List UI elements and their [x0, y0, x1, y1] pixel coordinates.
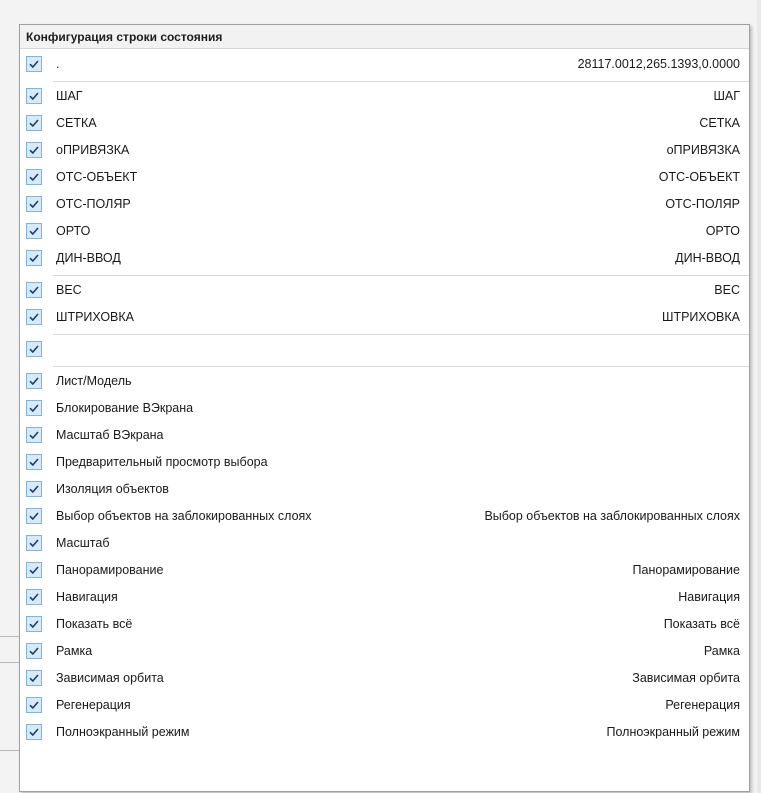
checkmark-icon: [26, 400, 42, 416]
menu-item-value: ШТРИХОВКА: [661, 310, 740, 324]
menu-item[interactable]: Блокирование ВЭкрана: [20, 396, 749, 423]
menu-item[interactable]: Зависимая орбита Зависимая орбита: [20, 666, 749, 693]
menu-item-value: СЕТКА: [699, 116, 740, 130]
checkmark-icon: [26, 427, 42, 443]
menu-item-value: Показать всё: [663, 617, 740, 631]
checkmark-icon: [26, 724, 42, 740]
background-divider: [0, 750, 20, 751]
menu-item[interactable]: Панорамирование Панорамирование: [20, 558, 749, 585]
menu-item-label: Предварительный просмотр выбора: [56, 455, 268, 469]
menu-item-label: .: [56, 57, 60, 71]
menu-item-value: ВЕС: [714, 283, 740, 297]
menu-item-value: Выбор объектов на заблокированных слоях: [484, 509, 740, 523]
background-divider: [0, 636, 20, 637]
menu-item[interactable]: ОТС-ОБЪЕКТ ОТС-ОБЪЕКТ: [20, 165, 749, 192]
menu-item-label: Зависимая орбита: [56, 671, 164, 685]
menu-item-label: Лист/Модель: [56, 374, 132, 388]
menu-item-value: ОТС-ПОЛЯР: [665, 197, 740, 211]
checkmark-icon: [26, 643, 42, 659]
status-bar-config-menu: Конфигурация строки состояния . 28117.001…: [19, 24, 750, 792]
checkmark-icon: [26, 142, 42, 158]
menu-item[interactable]: [20, 337, 749, 364]
checkmark-icon: [26, 454, 42, 470]
menu-item-label: Полноэкранный режим: [56, 725, 190, 739]
menu-item[interactable]: Навигация Навигация: [20, 585, 749, 612]
checkmark-icon: [26, 56, 42, 72]
background-edge: [757, 0, 761, 793]
checkmark-icon: [26, 196, 42, 212]
menu-item[interactable]: ШТРИХОВКА ШТРИХОВКА: [20, 305, 749, 332]
menu-item-value: Полноэкранный режим: [606, 725, 740, 739]
menu-item-value: ОТС-ОБЪЕКТ: [658, 170, 740, 184]
menu-item-label: ДИН-ВВОД: [56, 251, 121, 265]
menu-item[interactable]: Предварительный просмотр выбора: [20, 450, 749, 477]
menu-item-label: ОТС-ОБЪЕКТ: [56, 170, 138, 184]
checkmark-icon: [26, 115, 42, 131]
menu-item-label: ВЕС: [56, 283, 82, 297]
menu-item[interactable]: . 28117.0012,265.1393,0.0000: [20, 52, 749, 79]
menu-item[interactable]: Показать всё Показать всё: [20, 612, 749, 639]
menu-items: . 28117.0012,265.1393,0.0000 ШАГ ШАГ СЕТКА СЕ…: [20, 49, 749, 747]
menu-item[interactable]: ДИН-ВВОД ДИН-ВВОД: [20, 246, 749, 273]
menu-item[interactable]: ОРТО ОРТО: [20, 219, 749, 246]
menu-item[interactable]: ВЕС ВЕС: [20, 278, 749, 305]
menu-item-label: Масштаб ВЭкрана: [56, 428, 164, 442]
menu-item-label: Регенерация: [56, 698, 131, 712]
checkmark-icon: [26, 169, 42, 185]
menu-item[interactable]: Изоляция объектов: [20, 477, 749, 504]
menu-item[interactable]: Полноэкранный режим Полноэкранный режим: [20, 720, 749, 747]
menu-item[interactable]: Выбор объектов на заблокированных слоях В…: [20, 504, 749, 531]
menu-item-label: Панорамирование: [56, 563, 164, 577]
menu-item-value: ОРТО: [705, 224, 740, 238]
menu-item-value: 28117.0012,265.1393,0.0000: [577, 57, 740, 71]
checkmark-icon: [26, 562, 42, 578]
menu-item-label: Изоляция объектов: [56, 482, 169, 496]
menu-item-label: Рамка: [56, 644, 93, 658]
checkmark-icon: [26, 481, 42, 497]
menu-item[interactable]: ШАГ ШАГ: [20, 84, 749, 111]
checkmark-icon: [26, 508, 42, 524]
menu-item-value: Зависимая орбита: [632, 671, 740, 685]
menu-item-label: Блокирование ВЭкрана: [56, 401, 194, 415]
menu-item-label: ОТС-ПОЛЯР: [56, 197, 131, 211]
menu-item[interactable]: Масштаб ВЭкрана: [20, 423, 749, 450]
menu-item-label: Навигация: [56, 590, 118, 604]
checkmark-icon: [26, 309, 42, 325]
menu-item-value: Панорамирование: [632, 563, 740, 577]
menu-header: Конфигурация строки состояния: [20, 25, 749, 49]
checkmark-icon: [26, 341, 42, 357]
menu-item-label: ШТРИХОВКА: [56, 310, 135, 324]
checkmark-icon: [26, 223, 42, 239]
checkmark-icon: [26, 250, 42, 266]
menu-item[interactable]: Масштаб: [20, 531, 749, 558]
menu-item[interactable]: Рамка Рамка: [20, 639, 749, 666]
checkmark-icon: [26, 616, 42, 632]
checkmark-icon: [26, 535, 42, 551]
checkmark-icon: [26, 282, 42, 298]
menu-item[interactable]: Регенерация Регенерация: [20, 693, 749, 720]
menu-item-value: Рамка: [703, 644, 740, 658]
background-divider: [0, 662, 20, 663]
menu-item-value: ШАГ: [713, 89, 740, 103]
menu-item-label: ШАГ: [56, 89, 83, 103]
checkmark-icon: [26, 697, 42, 713]
menu-item[interactable]: Лист/Модель: [20, 369, 749, 396]
checkmark-icon: [26, 670, 42, 686]
checkmark-icon: [26, 373, 42, 389]
menu-item[interactable]: ОТС-ПОЛЯР ОТС-ПОЛЯР: [20, 192, 749, 219]
menu-item-value: ДИН-ВВОД: [675, 251, 740, 265]
menu-item-value: Навигация: [678, 590, 740, 604]
menu-item-label: Выбор объектов на заблокированных слоях: [56, 509, 312, 523]
menu-item-label: ОРТО: [56, 224, 91, 238]
menu-item-label: Масштаб: [56, 536, 110, 550]
menu-item-label: СЕТКА: [56, 116, 97, 130]
menu-item[interactable]: оПРИВЯЗКА оПРИВЯЗКА: [20, 138, 749, 165]
menu-item[interactable]: СЕТКА СЕТКА: [20, 111, 749, 138]
menu-item-value: оПРИВЯЗКА: [666, 143, 740, 157]
checkmark-icon: [26, 589, 42, 605]
menu-item-value: Регенерация: [665, 698, 740, 712]
menu-item-label: Показать всё: [56, 617, 133, 631]
checkmark-icon: [26, 88, 42, 104]
menu-item-label: оПРИВЯЗКА: [56, 143, 130, 157]
